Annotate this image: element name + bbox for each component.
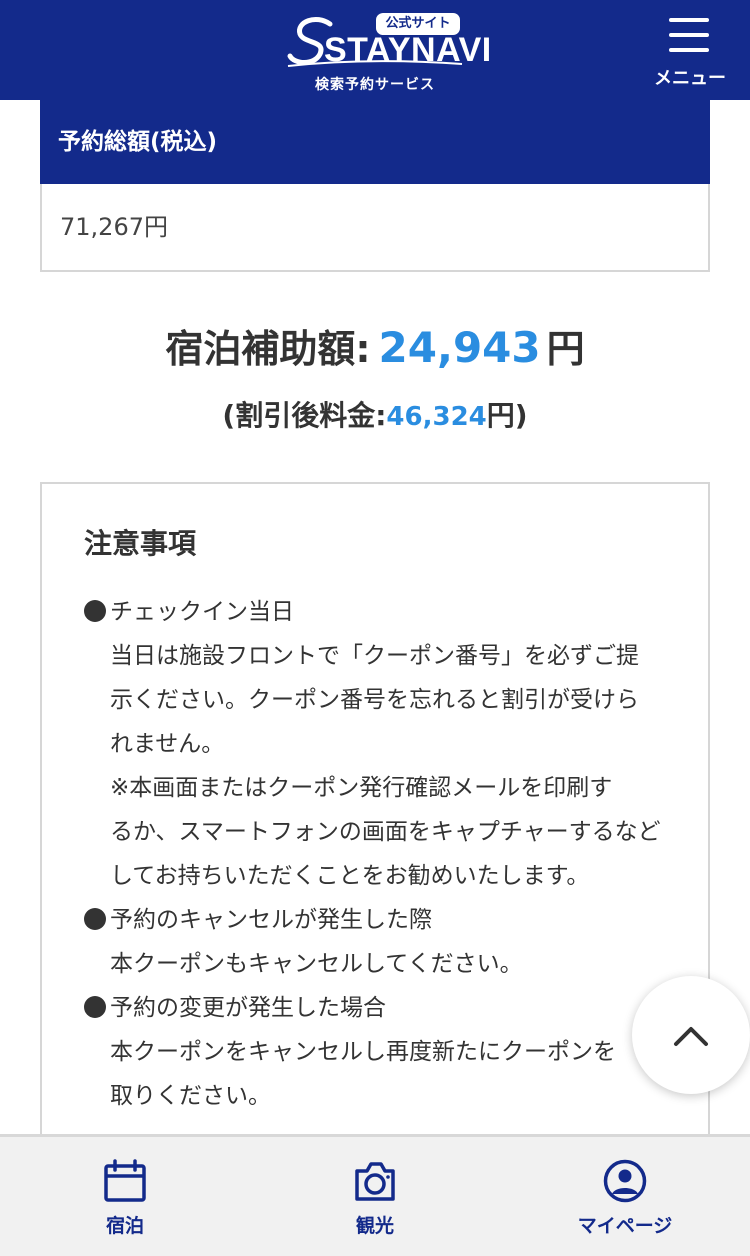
menu-label: メニュー bbox=[654, 68, 726, 89]
note-line: 本クーポンをキャンセルし再度新たにクーポンを bbox=[110, 1039, 616, 1065]
hamburger-icon-bar bbox=[669, 33, 709, 37]
nav-item-sightseeing[interactable]: 観光 bbox=[250, 1137, 500, 1256]
menu-button[interactable]: メニュー bbox=[648, 16, 732, 89]
bullet-icon bbox=[84, 996, 106, 1018]
discounted-price-line: (割引後料金:46,324円) bbox=[0, 394, 750, 434]
note-line: 取りください。 bbox=[110, 1083, 271, 1109]
note-line: 示ください。クーポン番号を忘れると割引が受けら bbox=[110, 687, 639, 713]
total-heading: 予約総額(税込) bbox=[40, 100, 710, 184]
note-line: 本クーポンもキャンセルしてください。 bbox=[110, 951, 523, 977]
user-circle-icon bbox=[603, 1159, 647, 1203]
note-line: 当日は施設フロントで「クーポン番号」を必ずご提 bbox=[110, 643, 639, 669]
nav-label-mypage: マイページ bbox=[577, 1215, 673, 1237]
nav-label-stay: 宿泊 bbox=[105, 1215, 144, 1237]
subsidy-unit: 円 bbox=[546, 327, 585, 371]
notes-box: 注意事項 チェックイン当日 当日は施設フロントで「クーポン番号」を必ずご提 示く… bbox=[40, 482, 710, 1182]
site-header: 公式サイト STAYNAVI 検索予約サービス メニュー bbox=[0, 0, 750, 100]
note-line: れません。 bbox=[110, 731, 225, 757]
subsidy-amount-line: 宿泊補助額: 24,943 円 bbox=[0, 318, 750, 373]
discounted-prefix: (割引後料金: bbox=[222, 399, 387, 432]
discounted-suffix: 円) bbox=[486, 399, 528, 432]
bullet-icon bbox=[84, 600, 106, 622]
chevron-up-icon bbox=[674, 1027, 708, 1046]
note-line: ※本画面またはクーポン発行確認メールを印刷す bbox=[110, 775, 613, 801]
note-line: してお持ちいただくことをお勧めいたします。 bbox=[110, 863, 590, 889]
note-heading-change: 予約の変更が発生した場合 bbox=[84, 988, 386, 1022]
notes-title: 注意事項 bbox=[84, 527, 197, 560]
bottom-navigation: 宿泊 観光 マイページ bbox=[0, 1134, 750, 1256]
note-line: チェックイン当日 bbox=[110, 599, 294, 625]
discounted-amount: 46,324 bbox=[386, 402, 487, 432]
note-heading-checkin: チェックイン当日 bbox=[84, 592, 294, 626]
note-line: るか、スマートフォンの画面をキャプチャーするなど bbox=[110, 819, 661, 845]
subsidy-label: 宿泊補助額: bbox=[165, 327, 371, 371]
note-heading-cancel: 予約のキャンセルが発生した際 bbox=[84, 900, 432, 934]
total-value: 71,267円 bbox=[40, 184, 710, 272]
subsidy-amount: 24,943 bbox=[378, 323, 541, 372]
note-line: 予約の変更が発生した場合 bbox=[110, 995, 386, 1021]
nav-item-stay[interactable]: 宿泊 bbox=[0, 1137, 250, 1256]
hamburger-icon bbox=[669, 18, 709, 22]
scroll-to-top-button[interactable] bbox=[632, 976, 750, 1094]
staynavi-logo[interactable]: 公式サイト STAYNAVI 検索予約サービス bbox=[286, 10, 491, 94]
hamburger-icon-bar bbox=[669, 48, 709, 52]
logo-wordmark: STAYNAVI bbox=[324, 31, 492, 69]
bullet-icon bbox=[84, 908, 106, 930]
camera-icon bbox=[355, 1162, 395, 1201]
logo-tagline: 検索予約サービス bbox=[315, 77, 435, 93]
calendar-icon bbox=[104, 1159, 146, 1202]
nav-label-sightseeing: 観光 bbox=[355, 1215, 394, 1237]
note-line: 予約のキャンセルが発生した際 bbox=[110, 907, 432, 933]
nav-item-mypage[interactable]: マイページ bbox=[500, 1137, 750, 1256]
